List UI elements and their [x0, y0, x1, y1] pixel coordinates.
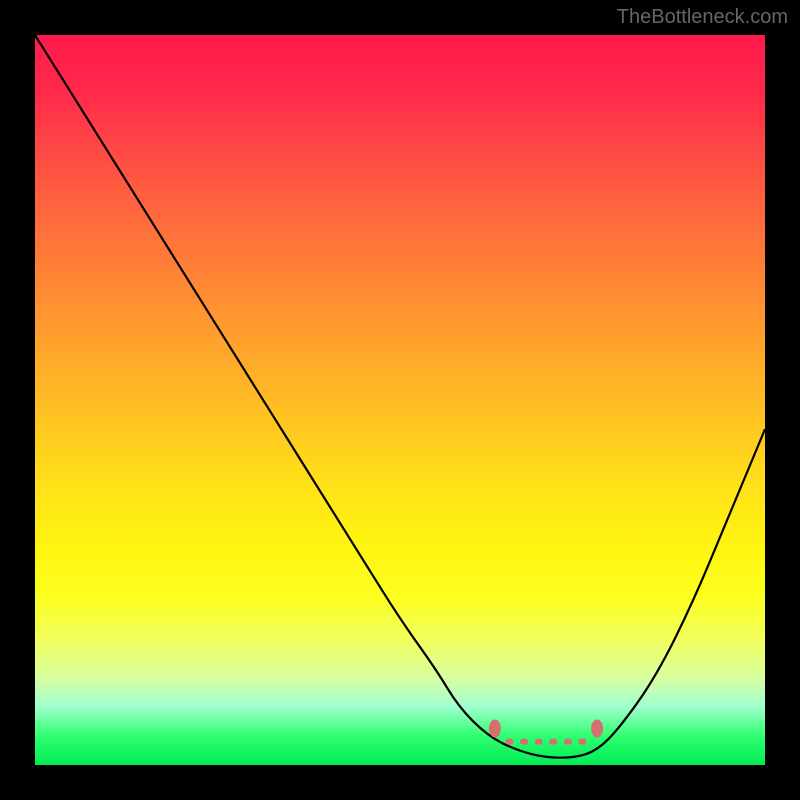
valley-markers [489, 720, 603, 738]
chart-plot-area [35, 35, 765, 765]
attribution-text: TheBottleneck.com [617, 6, 788, 29]
valley-dotted-line [506, 739, 587, 745]
bottleneck-curve-path [35, 35, 765, 758]
chart-svg [35, 35, 765, 765]
